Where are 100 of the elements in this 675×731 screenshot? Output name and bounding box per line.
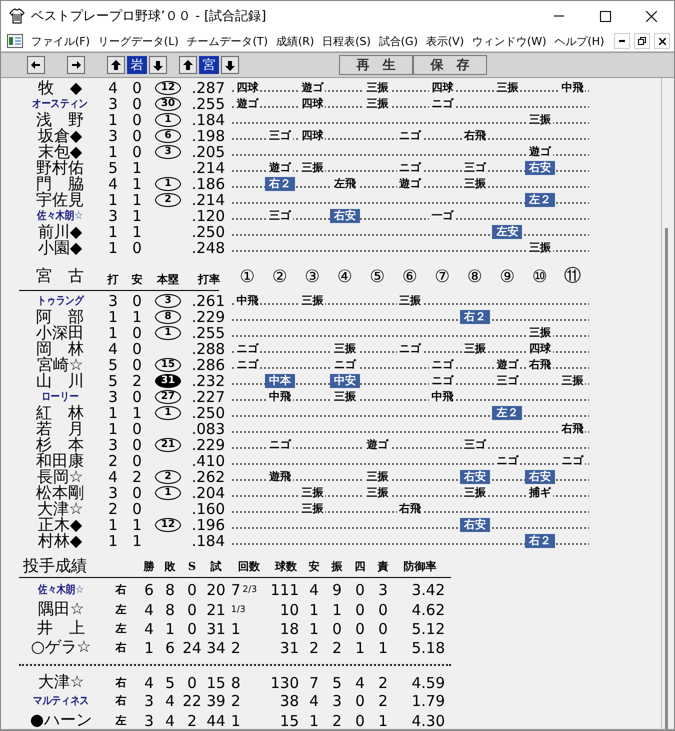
at-bat-result: 三振 bbox=[332, 390, 358, 404]
losses: 6 bbox=[164, 638, 176, 656]
home-run-badge: 30 bbox=[155, 97, 181, 111]
menu-item[interactable]: 成績(R) bbox=[272, 34, 318, 48]
at-bat-result: 三振 bbox=[299, 161, 326, 175]
home-run-badge: 8 bbox=[155, 310, 181, 324]
saves: 0 bbox=[186, 600, 198, 618]
saves: 0 bbox=[186, 674, 198, 692]
walks: 0 bbox=[354, 692, 366, 710]
save-button[interactable]: 保 存 bbox=[413, 55, 487, 75]
at-bat-result: ニゴ bbox=[429, 358, 456, 372]
at-bat-result: 遊ゴ bbox=[234, 97, 260, 111]
close-button[interactable] bbox=[654, 33, 670, 49]
column-header: 試 bbox=[209, 558, 222, 574]
player-name: 宮崎☆ bbox=[36, 356, 84, 372]
menu-item[interactable]: ファイル(F) bbox=[27, 34, 94, 48]
at-bat-result: 三振 bbox=[462, 486, 488, 500]
throwing-hand: 右 bbox=[116, 693, 126, 708]
up-button[interactable] bbox=[179, 56, 197, 74]
throwing-hand: 右 bbox=[116, 640, 126, 655]
pitch-count: 111 bbox=[269, 580, 300, 598]
menu-item[interactable]: リーグデータ(L) bbox=[94, 34, 183, 48]
restore-button[interactable] bbox=[634, 33, 650, 49]
at-bat-result: 四球 bbox=[526, 342, 553, 356]
earned-run-average: 3.42 bbox=[410, 580, 445, 598]
player-name: 牧 ◆ bbox=[38, 80, 82, 96]
menu-item[interactable]: 試合(G) bbox=[374, 34, 422, 48]
at-bat-result: 三振 bbox=[364, 97, 390, 111]
at-bats: 2 bbox=[108, 452, 118, 468]
games: 34 bbox=[205, 638, 227, 656]
play-button[interactable]: 再 生 bbox=[339, 55, 413, 75]
hit-result: 右２ bbox=[460, 310, 490, 324]
player-name: 和田康 bbox=[36, 452, 84, 468]
at-bat-result: 三振 bbox=[364, 486, 390, 500]
home-run-badge: 1 bbox=[155, 113, 181, 127]
losses: 1 bbox=[164, 620, 176, 638]
at-bat-result: 三ゴ bbox=[494, 374, 520, 388]
home-run-badge: 3 bbox=[155, 294, 181, 308]
batting-average: .198 bbox=[190, 128, 226, 144]
batting-average: .250 bbox=[190, 224, 226, 240]
player-name: 村林◆ bbox=[38, 532, 82, 548]
hits: 0 bbox=[132, 324, 142, 340]
hits: 0 bbox=[132, 96, 142, 112]
at-bat-result: ニゴ bbox=[234, 358, 260, 372]
right-arrow-icon bbox=[70, 60, 82, 70]
earned-run-average: 5.12 bbox=[410, 620, 445, 638]
batting-average: .250 bbox=[190, 404, 226, 420]
hits: 1 bbox=[132, 224, 142, 240]
earned-run-average: 1.79 bbox=[410, 692, 445, 710]
player-name: 前川◆ bbox=[38, 224, 82, 240]
menu-item[interactable]: 日程表(S) bbox=[318, 34, 375, 48]
forward-button[interactable] bbox=[67, 56, 85, 74]
menu-item[interactable]: 表示(V) bbox=[422, 34, 468, 48]
hit-result: 中本 bbox=[264, 374, 295, 388]
innings-pitched: 7 bbox=[231, 580, 241, 598]
hits: 1 bbox=[132, 192, 142, 208]
walks: 0 bbox=[354, 712, 366, 729]
throwing-hand: 左 bbox=[116, 621, 126, 636]
home-run-badge: 27 bbox=[155, 390, 181, 404]
wins: 4 bbox=[143, 674, 155, 692]
menu-item[interactable]: チームデータ(T) bbox=[182, 34, 272, 48]
minimize-button[interactable] bbox=[614, 33, 630, 49]
pitch-count: 18 bbox=[278, 620, 300, 638]
at-bats: 3 bbox=[108, 128, 118, 144]
back-button[interactable] bbox=[27, 56, 45, 74]
losses: 4 bbox=[164, 692, 176, 710]
player-name: 門 脇 bbox=[36, 176, 84, 192]
home-run-badge: 1 bbox=[155, 326, 181, 340]
team-name: 宮 古 bbox=[35, 266, 85, 286]
down-button[interactable] bbox=[221, 56, 239, 74]
losses: 8 bbox=[164, 580, 176, 598]
walks: 0 bbox=[354, 580, 366, 598]
at-bat-result: 三振 bbox=[364, 470, 390, 484]
home-run-badge: 6 bbox=[155, 129, 181, 143]
saves: 22 bbox=[181, 692, 203, 710]
player-name: 正木◆ bbox=[38, 516, 82, 532]
games: 31 bbox=[205, 620, 227, 638]
wins: 4 bbox=[143, 600, 155, 618]
at-bat-result: 遊ゴ bbox=[494, 358, 520, 372]
pitcher-name: ●ハーン bbox=[30, 710, 92, 729]
inning-header: ⑩ bbox=[531, 266, 548, 286]
strikeouts: 0 bbox=[331, 620, 343, 638]
player-name: 阿 部 bbox=[36, 308, 84, 324]
batting-average: .184 bbox=[190, 532, 226, 548]
at-bats: 3 bbox=[108, 208, 118, 224]
walks: 4 bbox=[354, 674, 366, 692]
strikeouts: 1 bbox=[331, 600, 343, 618]
home-run-badge: 1 bbox=[155, 177, 181, 191]
batting-average: .262 bbox=[190, 468, 226, 484]
scrollbar[interactable] bbox=[661, 78, 670, 729]
menu-item[interactable]: ヘルプ(H) bbox=[550, 34, 608, 48]
at-bat-result: 三振 bbox=[364, 81, 390, 95]
menu-item[interactable]: ウィンドウ(W) bbox=[468, 34, 550, 48]
inning-header: ⑪ bbox=[562, 264, 582, 286]
pitch-count: 15 bbox=[278, 712, 300, 729]
at-bat-result: 三振 bbox=[299, 502, 326, 516]
at-bat-result: 三振 bbox=[299, 294, 326, 308]
up-button[interactable] bbox=[107, 56, 125, 74]
innings-fraction: 1/3 bbox=[231, 604, 246, 614]
down-button[interactable] bbox=[149, 56, 167, 74]
